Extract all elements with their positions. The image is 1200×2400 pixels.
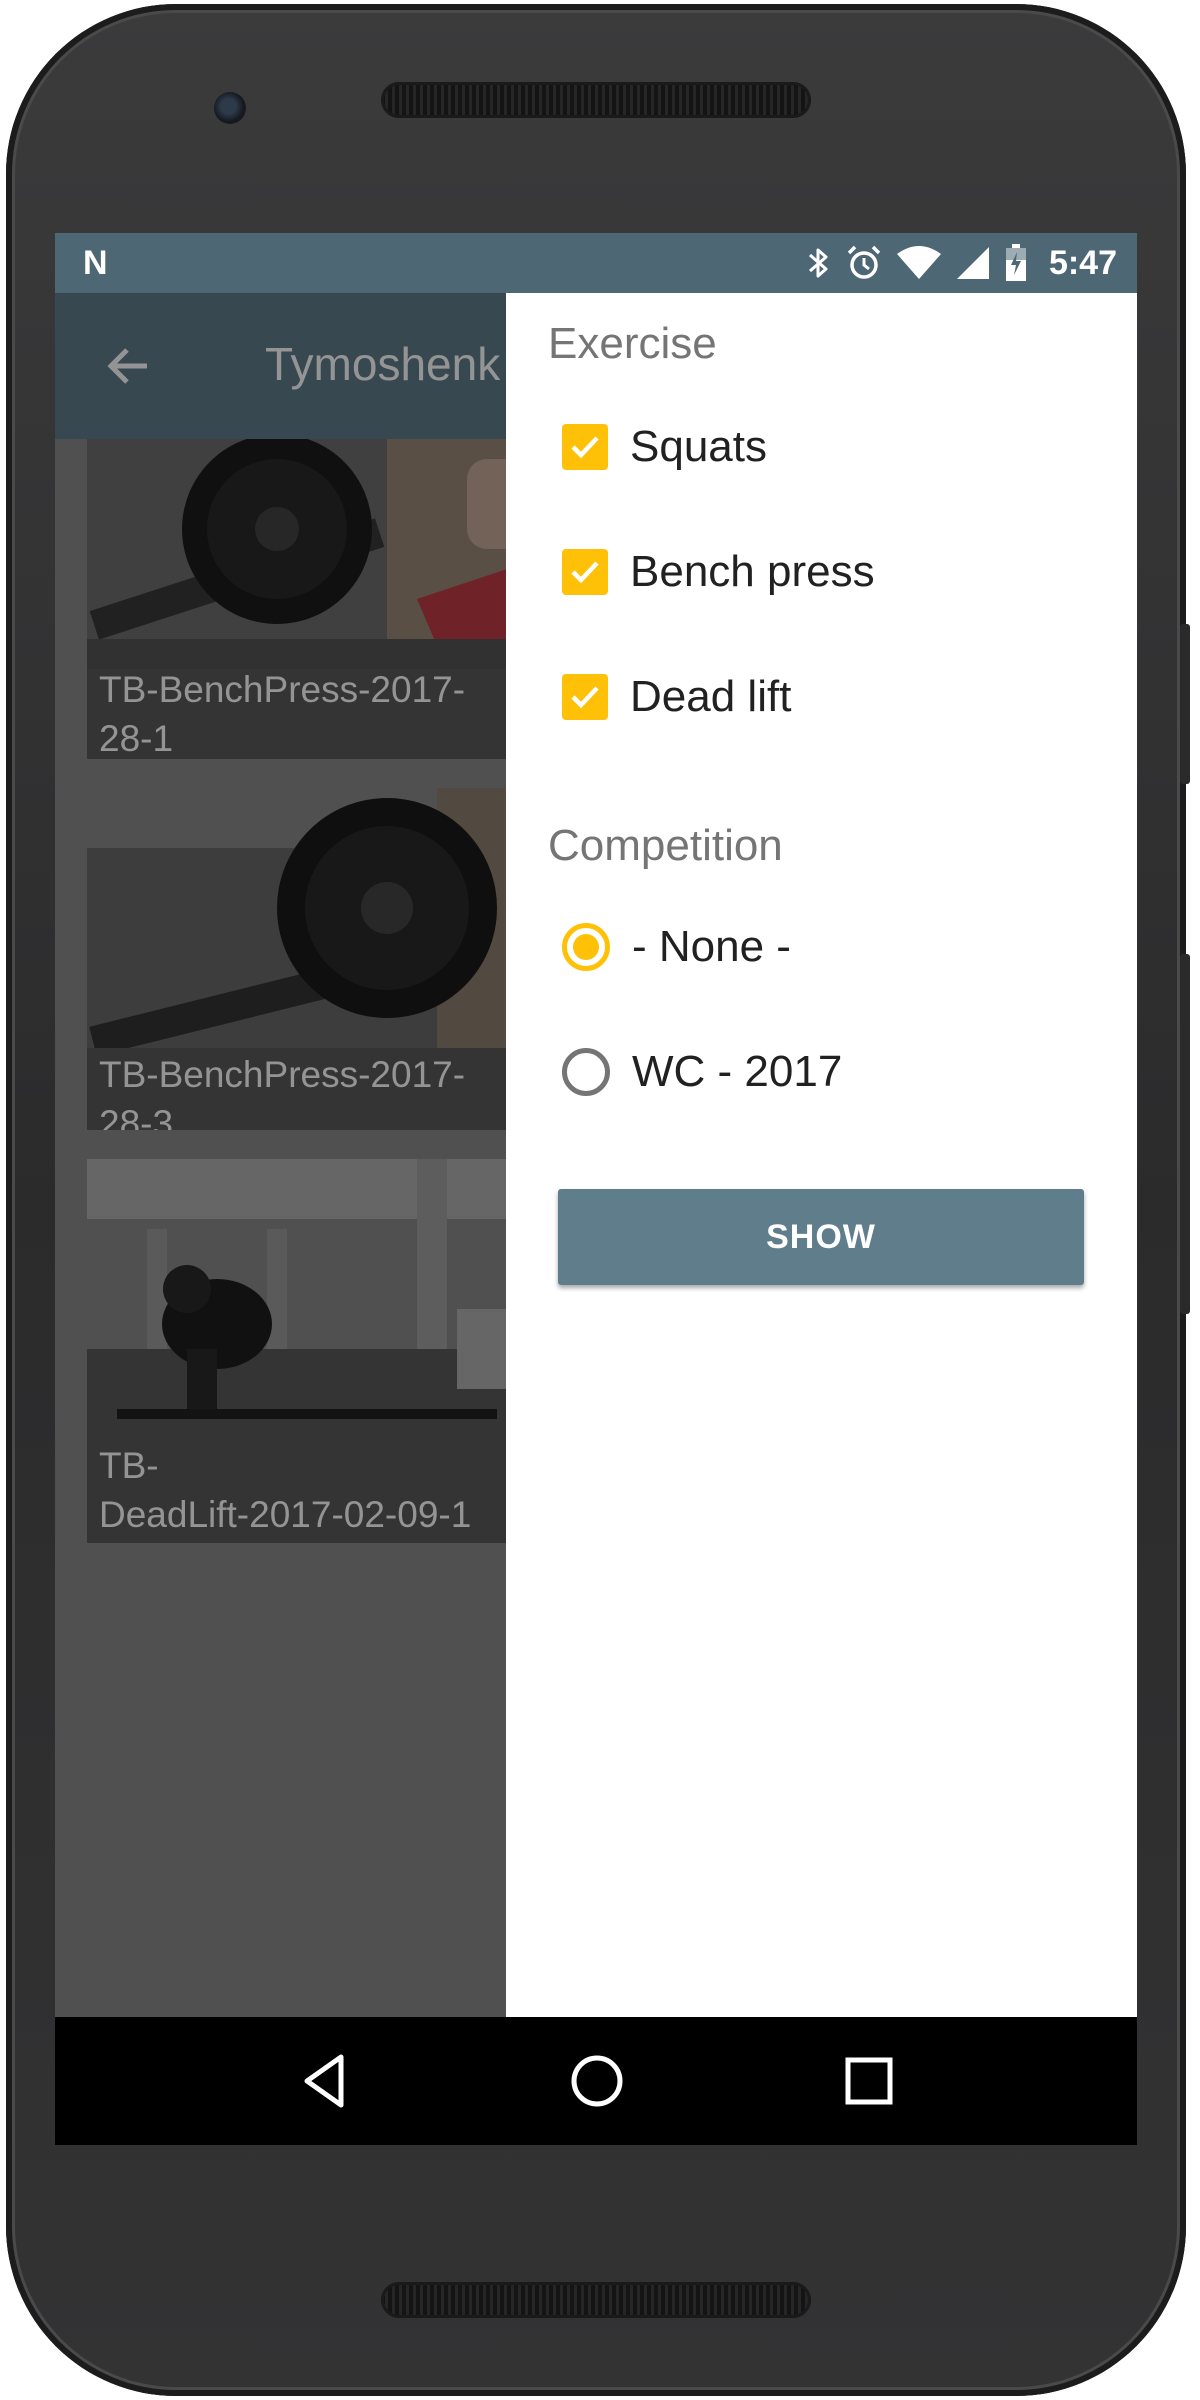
option-label: Bench press [630, 547, 875, 596]
exercise-section-title: Exercise [548, 319, 717, 368]
nav-home-icon[interactable] [563, 2047, 631, 2115]
option-label: WC - 2017 [632, 1047, 843, 1096]
radio-dot [573, 934, 599, 960]
filter-drawer: Exercise Squats Bench press Dead lift Co… [506, 293, 1137, 2017]
front-camera [214, 92, 246, 124]
radio-selected[interactable] [562, 923, 610, 971]
wifi-icon [896, 246, 941, 279]
check-icon [571, 561, 599, 584]
alarm-icon [847, 245, 881, 279]
notification-n-icon: N [83, 244, 108, 282]
checkbox-checked[interactable] [562, 549, 608, 595]
nav-back-icon[interactable] [291, 2047, 359, 2115]
exercise-option-bench-press[interactable]: Bench press [562, 542, 875, 602]
earpiece-speaker [381, 82, 811, 118]
exercise-option-squats[interactable]: Squats [562, 417, 767, 477]
check-icon [571, 686, 599, 709]
bottom-speaker [381, 2282, 811, 2318]
option-label: - None - [632, 922, 791, 971]
status-icons: 5:47 [807, 233, 1117, 293]
device-screen: N 5:47 Tymoshenk TB-BenchPress-2017- 28-… [55, 233, 1137, 2145]
competition-section-title: Competition [548, 821, 783, 870]
volume-rocker [1180, 954, 1190, 1314]
checkbox-checked[interactable] [562, 424, 608, 470]
power-button [1180, 624, 1190, 784]
cell-signal-icon [956, 247, 989, 279]
checkbox-checked[interactable] [562, 674, 608, 720]
option-label: Dead lift [630, 672, 792, 721]
bluetooth-icon [808, 248, 828, 278]
radio-unselected[interactable] [562, 1048, 610, 1096]
navigation-bar [55, 2017, 1137, 2145]
status-time: 5:47 [1048, 243, 1117, 282]
nav-recents-icon[interactable] [835, 2047, 903, 2115]
battery-charging-icon [1005, 244, 1026, 281]
competition-option-none[interactable]: - None - [562, 917, 791, 977]
competition-option-wc-2017[interactable]: WC - 2017 [562, 1042, 842, 1102]
status-bar: N 5:47 [55, 233, 1137, 293]
option-label: Squats [630, 422, 767, 471]
show-button[interactable]: SHOW [558, 1189, 1084, 1285]
check-icon [571, 436, 599, 459]
exercise-option-dead-lift[interactable]: Dead lift [562, 667, 791, 727]
